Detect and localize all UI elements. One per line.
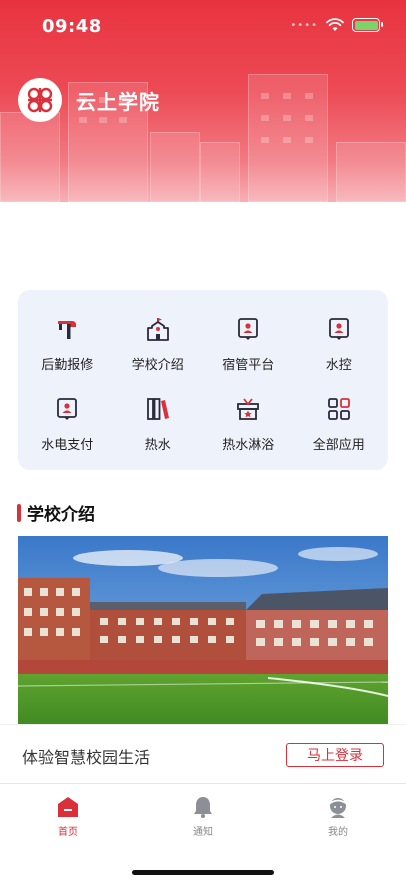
grid-item-school-intro[interactable]: 学校介绍 — [113, 304, 204, 384]
payment-icon — [57, 398, 78, 420]
school-icon — [146, 318, 169, 341]
status-icons: •••• — [290, 18, 383, 32]
grid-label: 热水淋浴 — [222, 438, 275, 453]
battery-icon — [352, 18, 383, 32]
home-indicator[interactable] — [132, 870, 274, 875]
profile-icon — [328, 798, 348, 818]
dorm-badge-icon — [238, 318, 259, 340]
decorative-building — [150, 132, 200, 202]
status-time: 09:48 — [42, 16, 102, 37]
grid-label: 热水 — [144, 438, 171, 453]
wifi-icon — [326, 18, 344, 31]
china-unicom-knot-icon — [18, 78, 62, 122]
school-photo[interactable] — [18, 536, 388, 726]
all-apps-icon — [327, 398, 350, 420]
decorative-building — [200, 142, 240, 202]
tab-notifications[interactable]: 通知 — [163, 795, 243, 838]
grid-item-utility-payment[interactable]: 水电支付 — [22, 384, 113, 464]
tab-label: 通知 — [193, 827, 213, 838]
app-title: 云上学院 — [76, 89, 160, 114]
grid-label: 水电支付 — [41, 438, 94, 453]
header-banner: 09:48 •••• 云上学院 — [0, 0, 406, 202]
grid-item-hot-shower[interactable]: 热水淋浴 — [203, 384, 294, 464]
water-control-icon — [328, 318, 349, 340]
login-prompt-text: 体验智慧校园生活 — [22, 748, 151, 767]
grid-item-water-control[interactable]: 水控 — [294, 304, 385, 384]
login-prompt-bar: 体验智慧校园生活 马上登录 — [0, 724, 406, 784]
grid-label: 宿管平台 — [222, 358, 275, 373]
grid-item-hot-water[interactable]: 热水 — [113, 384, 204, 464]
hammer-icon — [58, 321, 77, 339]
status-bar: 09:48 •••• — [0, 0, 406, 54]
decorative-building — [0, 112, 60, 202]
decorative-building — [248, 74, 328, 202]
bell-icon — [194, 797, 212, 818]
tab-profile[interactable]: 我的 — [298, 795, 378, 838]
app-grid: 后勤报修 学校介绍 宿管平台 水控 水电支付 热水 热水淋浴 全部应用 — [18, 290, 388, 470]
tab-home[interactable]: 首页 — [28, 795, 108, 838]
grid-label: 全部应用 — [312, 438, 365, 453]
bottom-tab-bar: 首页 通知 我的 — [0, 785, 406, 883]
grid-label: 学校介绍 — [131, 358, 184, 373]
grid-item-all-apps[interactable]: 全部应用 — [294, 384, 385, 464]
grid-label: 水控 — [325, 358, 352, 373]
decorative-building — [336, 142, 406, 202]
signal-dots-icon: •••• — [290, 19, 318, 31]
home-icon — [58, 797, 78, 817]
gift-box-icon — [237, 398, 260, 420]
brand: 云上学院 — [18, 78, 160, 122]
school-photo-image — [18, 536, 388, 726]
section-header: 学校介绍 — [17, 500, 95, 525]
tab-label: 我的 — [328, 827, 348, 838]
grid-item-maintenance[interactable]: 后勤报修 — [22, 304, 113, 384]
books-icon — [146, 398, 169, 420]
section-accent-bar — [17, 503, 21, 522]
login-button[interactable]: 马上登录 — [286, 743, 384, 767]
tab-label: 首页 — [58, 827, 78, 838]
section-title: 学校介绍 — [27, 505, 95, 525]
grid-label: 后勤报修 — [41, 358, 94, 373]
grid-item-dorm[interactable]: 宿管平台 — [203, 304, 294, 384]
